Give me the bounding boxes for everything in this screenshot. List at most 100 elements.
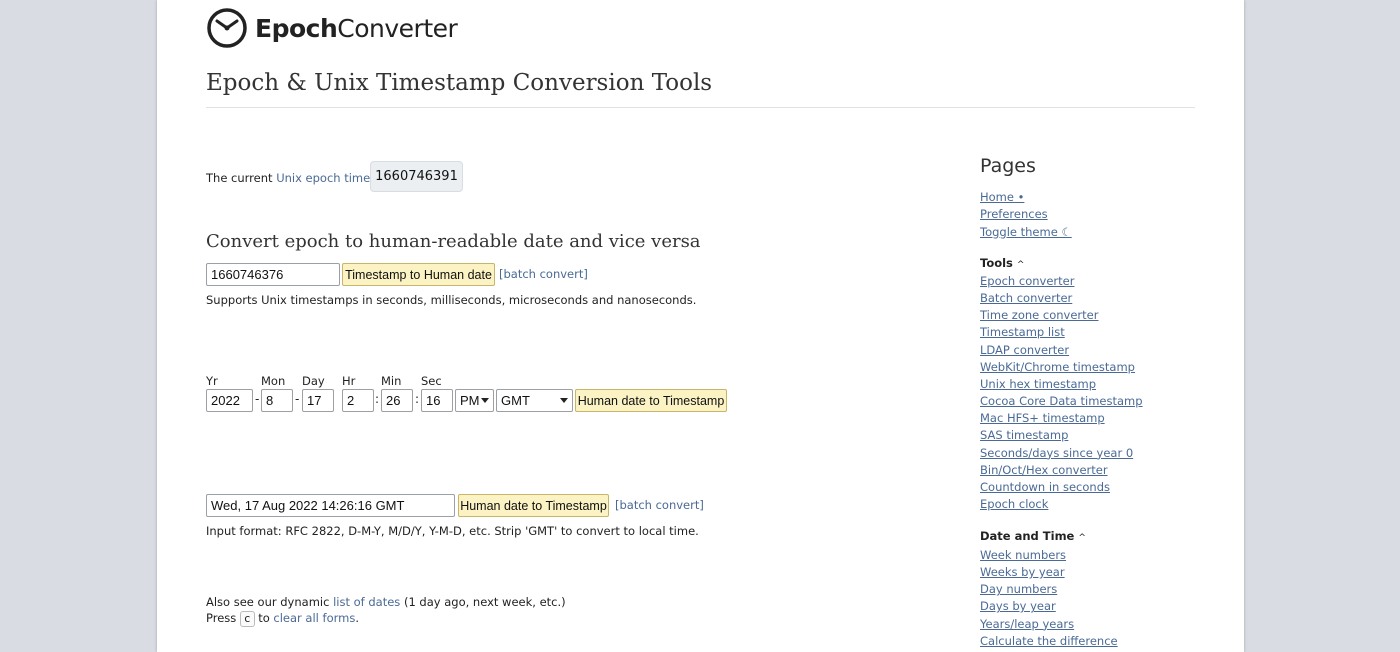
sidebar-item-mac-hfs-timestamp[interactable]: Mac HFS+ timestamp xyxy=(980,411,1105,425)
date-separator: - xyxy=(295,392,300,406)
sidebar-item-countdown-in-seconds-label: Countdown in seconds xyxy=(980,479,1110,494)
sidebar-item-ldap-converter[interactable]: LDAP converter xyxy=(980,343,1069,357)
press-line: Press c to clear all forms. xyxy=(206,611,359,627)
sidebar-item-week-numbers[interactable]: Week numbers xyxy=(980,548,1066,562)
current-epoch-value: 1660746391 xyxy=(370,161,463,192)
sidebar-item-sas-timestamp[interactable]: SAS timestamp xyxy=(980,428,1068,442)
unix-epoch-time-link[interactable]: Unix epoch time xyxy=(276,171,370,185)
minute-input[interactable] xyxy=(381,389,413,412)
time-separator: : xyxy=(415,392,420,406)
minute-label: Min xyxy=(381,374,402,388)
rfc-to-timestamp-button[interactable]: Human date to Timestamp xyxy=(458,494,609,517)
sidebar-item-days-by-year[interactable]: Days by year xyxy=(980,599,1056,613)
site-logo[interactable]: EpochConverter xyxy=(206,6,458,50)
sidebar-item-seconds-days-since-year-0[interactable]: Seconds/days since year 0 xyxy=(980,446,1133,460)
rfc-date-input[interactable] xyxy=(206,494,455,517)
clear-all-forms-link[interactable]: clear all forms xyxy=(273,611,355,625)
sidebar-item-epoch-converter-label: Epoch converter xyxy=(980,274,1075,288)
month-input[interactable] xyxy=(261,389,293,412)
sidebar-title: Pages xyxy=(980,155,1036,177)
human-date-to-timestamp-button[interactable]: Human date to Timestamp xyxy=(575,389,727,412)
title-divider xyxy=(206,107,1195,108)
sidebar-item-days-by-year-label: Days by year xyxy=(980,599,1056,614)
sidebar-item-toggle-theme[interactable]: Toggle theme ☾ xyxy=(980,225,1072,239)
sidebar-item-years-leap-years-label: Years/leap years xyxy=(980,616,1075,631)
date-separator: - xyxy=(255,392,260,406)
sidebar-item-ldap-converter-label: LDAP converter xyxy=(980,342,1070,357)
press-mid: to xyxy=(254,611,274,625)
sidebar-section-date-and-time-label: Date and Time xyxy=(980,529,1075,543)
sidebar-item-epoch-clock[interactable]: Epoch clock xyxy=(980,497,1048,511)
sidebar-item-calculate-the-difference[interactable]: Calculate the difference xyxy=(980,634,1118,648)
sidebar-item-bin-oct-hex-converter-label: Bin/Oct/Hex converter xyxy=(980,462,1108,477)
time-separator: : xyxy=(375,392,380,406)
sidebar-item-sas-timestamp-label: SAS timestamp xyxy=(980,428,1069,443)
supports-text: Supports Unix timestamps in seconds, mil… xyxy=(206,293,697,307)
sidebar-item-batch-converter-label: Batch converter xyxy=(980,291,1073,306)
ampm-value: PM xyxy=(460,393,480,408)
sidebar-item-weeks-by-year[interactable]: Weeks by year xyxy=(980,565,1065,579)
also-see-line: Also see our dynamic list of dates (1 da… xyxy=(206,595,566,609)
page-container: EpochConverter Epoch & Unix Timestamp Co… xyxy=(157,0,1244,652)
sidebar-item-day-numbers-label: Day numbers xyxy=(980,582,1058,597)
sidebar-item-unix-hex-timestamp[interactable]: Unix hex timestamp xyxy=(980,377,1096,391)
hour-label: Hr xyxy=(342,374,356,388)
chevron-up-icon: ^ xyxy=(1016,260,1025,270)
sidebar-item-time-zone-converter-label: Time zone converter xyxy=(980,308,1099,323)
sidebar-section-date-and-time[interactable]: Date and Time ^ xyxy=(980,529,1086,543)
second-label: Sec xyxy=(421,374,442,388)
sidebar-item-countdown-in-seconds[interactable]: Countdown in seconds xyxy=(980,480,1110,494)
also-prefix: Also see our dynamic xyxy=(206,595,334,609)
sidebar-item-bin-oct-hex-converter[interactable]: Bin/Oct/Hex converter xyxy=(980,463,1108,477)
sidebar-item-timestamp-list[interactable]: Timestamp list xyxy=(980,325,1065,339)
timezone-value: GMT xyxy=(501,393,530,408)
sidebar-item-epoch-clock-label: Epoch clock xyxy=(980,496,1049,511)
sidebar-item-preferences[interactable]: Preferences xyxy=(980,207,1048,221)
day-input[interactable] xyxy=(302,389,334,412)
year-input[interactable] xyxy=(206,389,253,412)
sidebar-item-home[interactable]: Home • xyxy=(980,190,1024,204)
press-suffix: . xyxy=(355,611,359,625)
sidebar-item-week-numbers-label: Week numbers xyxy=(980,548,1067,562)
sidebar-item-webkit-chrome-timestamp[interactable]: WebKit/Chrome timestamp xyxy=(980,360,1135,374)
sidebar-item-preferences-label: Preferences xyxy=(980,207,1048,222)
key-hint: c xyxy=(239,611,255,627)
sidebar-item-time-zone-converter[interactable]: Time zone converter xyxy=(980,308,1098,322)
logo-text: EpochConverter xyxy=(255,13,458,43)
sidebar-item-weeks-by-year-label: Weeks by year xyxy=(980,565,1065,580)
day-label: Day xyxy=(302,374,325,388)
month-label: Mon xyxy=(261,374,286,388)
sidebar-item-unix-hex-timestamp-label: Unix hex timestamp xyxy=(980,376,1097,391)
input-format-text: Input format: RFC 2822, D-M-Y, M/D/Y, Y-… xyxy=(206,524,699,538)
sidebar-item-day-numbers[interactable]: Day numbers xyxy=(980,582,1057,596)
sidebar-section-tools[interactable]: Tools ^ xyxy=(980,256,1024,270)
timezone-select[interactable]: GMT xyxy=(496,389,573,412)
chevron-up-icon: ^ xyxy=(1078,533,1086,543)
chevron-down-icon xyxy=(481,398,489,403)
second-input[interactable] xyxy=(421,389,453,412)
year-label: Yr xyxy=(206,374,218,388)
page-title: Epoch & Unix Timestamp Conversion Tools xyxy=(206,70,713,96)
clock-icon xyxy=(207,8,247,48)
sidebar-item-cocoa-core-data-timestamp-label: Cocoa Core Data timestamp xyxy=(980,394,1143,409)
sidebar-item-epoch-converter[interactable]: Epoch converter xyxy=(980,274,1074,288)
current-epoch-line: The current Unix epoch time is xyxy=(206,171,383,185)
sidebar-item-seconds-days-since-year-0-label: Seconds/days since year 0 xyxy=(980,445,1134,460)
sidebar-item-batch-converter[interactable]: Batch converter xyxy=(980,291,1072,305)
ampm-select[interactable]: PM xyxy=(455,389,494,412)
hour-input[interactable] xyxy=(342,389,374,412)
list-of-dates-link[interactable]: list of dates xyxy=(333,595,400,609)
timestamp-input[interactable] xyxy=(206,263,340,286)
sidebar-item-cocoa-core-data-timestamp[interactable]: Cocoa Core Data timestamp xyxy=(980,394,1143,408)
logo-bold-text: Epoch xyxy=(255,13,338,43)
current-prefix: The current xyxy=(206,171,277,185)
batch-convert-link[interactable]: [batch convert] xyxy=(499,267,588,281)
sidebar-item-mac-hfs-timestamp-label: Mac HFS+ timestamp xyxy=(980,411,1105,426)
convert-heading: Convert epoch to human-readable date and… xyxy=(206,231,701,252)
timestamp-to-human-button[interactable]: Timestamp to Human date xyxy=(342,263,495,286)
chevron-down-icon xyxy=(560,398,568,403)
batch-convert-link-2[interactable]: [batch convert] xyxy=(615,498,704,512)
logo-regular-text: Converter xyxy=(337,13,458,43)
sidebar-item-years-leap-years[interactable]: Years/leap years xyxy=(980,617,1074,631)
press-prefix: Press xyxy=(206,611,240,625)
